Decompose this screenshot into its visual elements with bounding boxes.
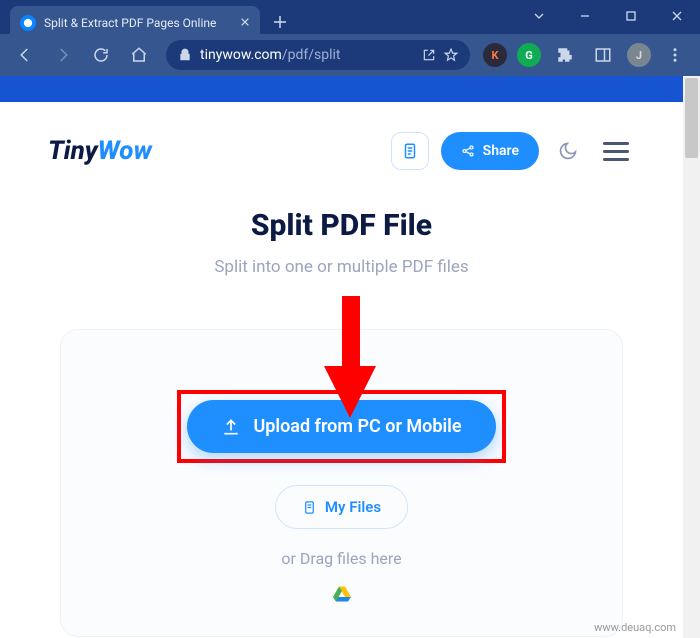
window-titlebar: Split & Extract PDF Pages Online [0, 0, 700, 34]
highlight-annotation: Upload from PC or Mobile [177, 390, 505, 463]
browser-tab[interactable]: Split & Extract PDF Pages Online [10, 6, 260, 40]
document-icon [401, 142, 419, 160]
browser-toolbar: tinywow.com/pdf/split K G J [0, 34, 700, 76]
site-logo[interactable]: TinyWow [48, 136, 152, 166]
chevron-down-icon[interactable] [516, 0, 562, 32]
forward-button[interactable] [46, 38, 80, 72]
share-url-icon[interactable] [422, 48, 436, 62]
share-icon [461, 144, 475, 158]
minimize-button[interactable] [562, 0, 608, 32]
scrollbar-thumb[interactable] [685, 78, 698, 158]
extension-g-icon[interactable]: G [517, 43, 541, 67]
site-header: TinyWow Share [0, 102, 683, 188]
hamburger-menu-button[interactable] [597, 136, 635, 167]
window-controls [516, 0, 700, 38]
close-button[interactable] [654, 0, 700, 32]
share-label: Share [483, 143, 519, 159]
dark-mode-toggle[interactable] [551, 134, 585, 168]
share-button[interactable]: Share [441, 132, 539, 170]
site-banner [0, 76, 683, 102]
files-icon [302, 500, 317, 515]
url-bar[interactable]: tinywow.com/pdf/split [166, 40, 470, 70]
google-drive-button[interactable] [91, 586, 592, 606]
logo-part2: Wow [98, 136, 152, 166]
documents-button[interactable] [391, 132, 429, 170]
browser-menu-button[interactable] [658, 38, 692, 72]
tab-title: Split & Extract PDF Pages Online [44, 16, 232, 30]
page-subtitle: Split into one or multiple PDF files [0, 257, 683, 277]
page-title: Split PDF File [0, 208, 683, 243]
google-drive-icon [333, 586, 351, 602]
lock-icon [178, 48, 192, 62]
maximize-button[interactable] [608, 0, 654, 32]
my-files-label: My Files [325, 498, 381, 516]
watermark: www.deuaq.com [594, 621, 676, 634]
tab-favicon [20, 15, 36, 31]
moon-icon [558, 141, 578, 161]
upload-card: Upload from PC or Mobile My Files or Dra… [60, 329, 623, 637]
logo-part1: Tiny [48, 136, 98, 166]
page-content: TinyWow Share Split PDF File Split into … [0, 76, 683, 638]
url-text: tinywow.com/pdf/split [200, 47, 414, 63]
upload-button[interactable]: Upload from PC or Mobile [187, 400, 495, 453]
reload-button[interactable] [84, 38, 118, 72]
new-tab-button[interactable] [266, 8, 294, 36]
profile-avatar[interactable]: J [627, 43, 651, 67]
drag-hint-text: or Drag files here [91, 549, 592, 568]
my-files-button[interactable]: My Files [275, 485, 408, 529]
back-button[interactable] [8, 38, 42, 72]
star-icon[interactable] [444, 48, 458, 62]
close-icon[interactable] [240, 16, 250, 30]
side-panel-button[interactable] [586, 38, 620, 72]
scrollbar[interactable] [683, 76, 700, 638]
extensions-button[interactable] [548, 38, 582, 72]
upload-icon [221, 417, 241, 437]
home-button[interactable] [122, 38, 156, 72]
upload-button-label: Upload from PC or Mobile [253, 416, 461, 437]
extension-k-icon[interactable]: K [483, 43, 507, 67]
